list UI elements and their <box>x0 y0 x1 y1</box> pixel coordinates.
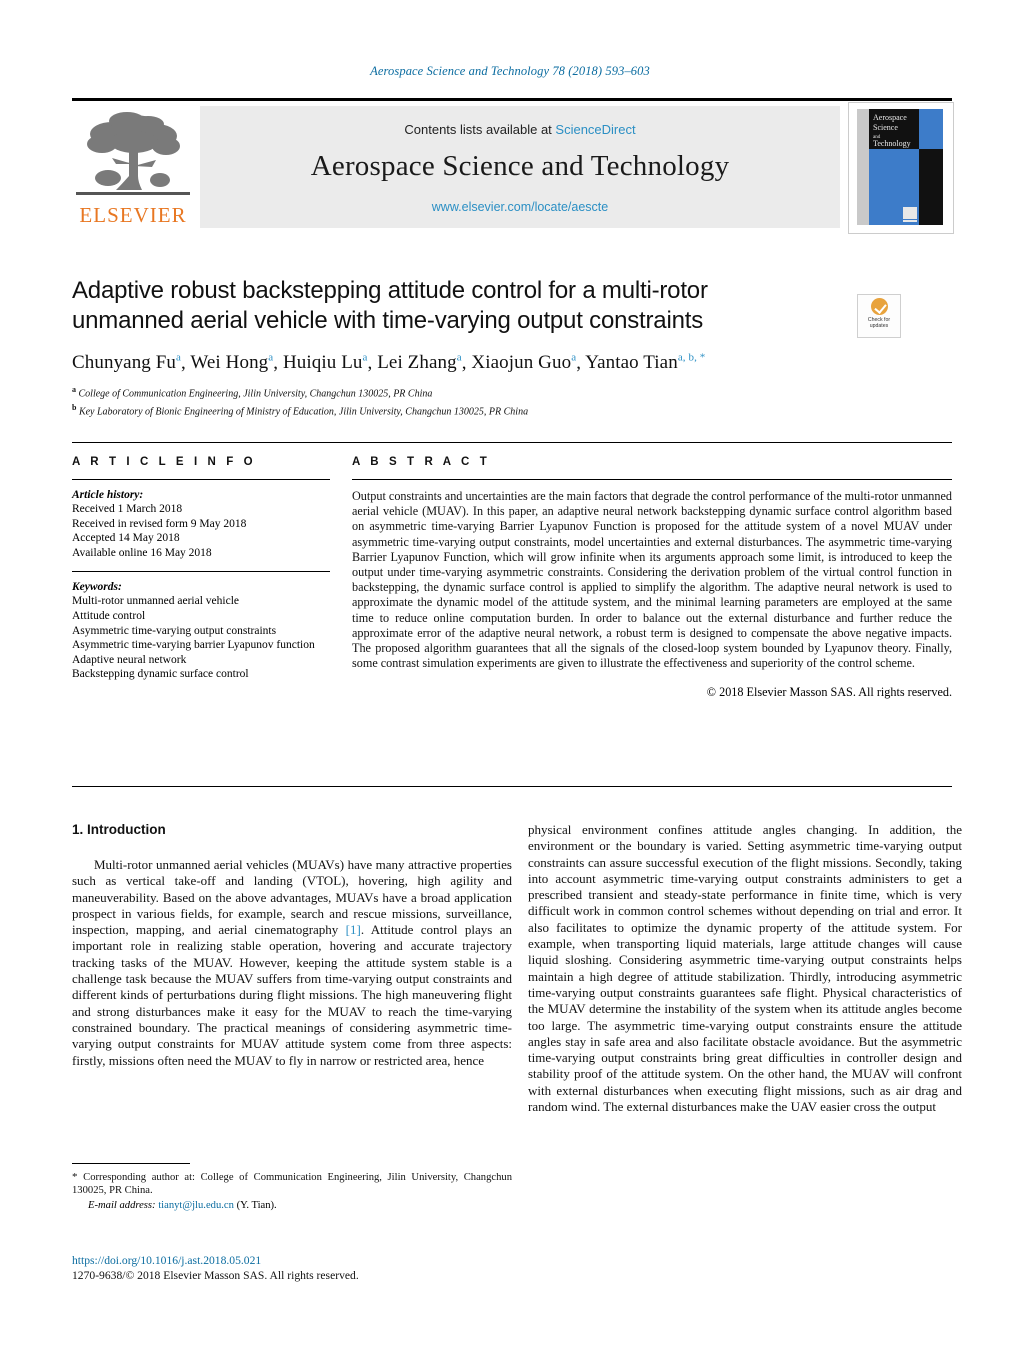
author-name: Xiaojun Guo <box>471 352 572 374</box>
doi-link[interactable]: https://doi.org/10.1016/j.ast.2018.05.02… <box>72 1253 532 1268</box>
author-name: Yantao Tian <box>585 352 678 374</box>
journal-url-link[interactable]: www.elsevier.com/locate/aescte <box>200 200 840 214</box>
checkmark-icon <box>870 298 888 315</box>
keywords-rule <box>72 571 330 573</box>
footnote-rule <box>72 1163 190 1164</box>
article-info-column: A R T I C L E I N F O Article history: R… <box>72 456 330 682</box>
masthead-top-rule <box>72 98 952 101</box>
info-section-top-rule <box>72 442 952 443</box>
keyword-item: Adaptive neural network <box>72 653 187 666</box>
author-3[interactable]: Lei Zhanga <box>377 352 462 373</box>
journal-cover-thumbnail[interactable]: Aerospace Science and Technology <box>848 102 954 234</box>
corresponding-author-note: * Corresponding author at: College of Co… <box>72 1171 512 1197</box>
email-owner: (Y. Tian). <box>236 1200 277 1212</box>
corresponding-author-mark: * <box>72 1171 78 1183</box>
elsevier-wordmark: ELSEVIER <box>79 203 187 227</box>
author-name: Chunyang Fu <box>72 352 177 374</box>
author-0[interactable]: Chunyang Fua <box>72 352 181 373</box>
svg-text:Aerospace: Aerospace <box>873 113 907 122</box>
author-4[interactable]: Xiaojun Guoa <box>471 352 576 373</box>
keyword-item: Asymmetric time-varying barrier Lyapunov… <box>72 639 315 652</box>
elsevier-tree-icon <box>76 112 190 195</box>
running-head: Aerospace Science and Technology 78 (201… <box>370 64 650 78</box>
contents-prefix: Contents lists available at <box>404 122 556 137</box>
keyword-item: Asymmetric time-varying output constrain… <box>72 624 277 637</box>
footnote-block: * Corresponding author at: College of Co… <box>72 1163 512 1211</box>
journal-band: Contents lists available at ScienceDirec… <box>200 106 840 228</box>
crossmark-label: Check for updates <box>858 317 900 329</box>
title-block: Adaptive robust backstepping attitude co… <box>72 276 901 419</box>
affiliation-mark: b <box>72 403 77 413</box>
keyword-item: Backstepping dynamic surface control <box>72 668 249 681</box>
body-section-rule <box>72 786 952 787</box>
history-online: Available online 16 May 2018 <box>72 546 212 559</box>
email-link[interactable]: tianyt@jlu.edu.cn <box>158 1200 234 1211</box>
sciencedirect-link[interactable]: ScienceDirect <box>555 122 635 137</box>
author-affil-mark: a <box>362 352 368 364</box>
affiliation-text: Key Laboratory of Bionic Engineering of … <box>78 406 529 418</box>
cover-art: Aerospace Science and Technology <box>849 103 951 231</box>
abstract-column: A B S T R A C T Output constraints and u… <box>352 456 952 700</box>
abstract-text: Output constraints and uncertainties are… <box>352 489 952 671</box>
keyword-item: Multi-rotor unmanned aerial vehicle <box>72 595 240 608</box>
svg-text:Science: Science <box>873 123 898 132</box>
contents-available-line: Contents lists available at ScienceDirec… <box>200 106 840 137</box>
journal-masthead: ELSEVIER Contents lists available at Sci… <box>72 98 954 234</box>
affiliation-a: a College of Communication Engineering, … <box>72 383 862 401</box>
affiliation-b: b Key Laboratory of Bionic Engineering o… <box>72 401 862 419</box>
email-label: E-mail address: <box>88 1200 156 1212</box>
author-affil-mark: a <box>268 352 274 364</box>
issn-copyright-line: 1270-9638/© 2018 Elsevier Masson SAS. Al… <box>72 1269 359 1282</box>
journal-title: Aerospace Science and Technology <box>310 150 730 182</box>
author-name: Lei Zhang <box>377 352 457 374</box>
abstract-copyright: © 2018 Elsevier Masson SAS. All rights r… <box>706 685 952 700</box>
author-name: Wei Hong <box>190 352 269 374</box>
body-column-right: physical environment confines attitude a… <box>528 822 962 1115</box>
corresponding-author-text: Corresponding author at: College of Comm… <box>72 1172 512 1197</box>
article-info-heading: A R T I C L E I N F O <box>72 456 257 468</box>
svg-text:Technology: Technology <box>873 139 911 148</box>
keywords-label: Keywords: <box>72 581 122 594</box>
abstract-rule <box>352 479 952 480</box>
author-list: Chunyang Fua, Wei Honga, Huiqiu Lua, Lei… <box>72 352 706 374</box>
author-affil-mark: a <box>456 352 462 364</box>
author-affil-mark: a <box>571 352 577 364</box>
citation-ref-1[interactable]: [1] <box>346 922 361 937</box>
author-5[interactable]: Yantao Tiana, b, * <box>585 352 705 373</box>
section-heading-introduction: 1. Introduction <box>72 822 166 837</box>
affiliation-mark: a <box>72 385 76 395</box>
crossmark-badge[interactable]: Check for updates <box>857 294 901 338</box>
author-1[interactable]: Wei Honga <box>190 352 273 373</box>
email-note: E-mail address: tianyt@jlu.edu.cn (Y. Ti… <box>72 1200 512 1211</box>
history-revised: Received in revised form 9 May 2018 <box>72 517 247 530</box>
doi-block: https://doi.org/10.1016/j.ast.2018.05.02… <box>72 1253 532 1283</box>
intro-paragraph-left: Multi-rotor unmanned aerial vehicles (MU… <box>72 857 512 1069</box>
page-title: Adaptive robust backstepping attitude co… <box>72 277 708 334</box>
history-received: Received 1 March 2018 <box>72 503 183 515</box>
intro-text-b: . Attitude control plays an important ro… <box>72 922 513 1068</box>
history-accepted: Accepted 14 May 2018 <box>72 532 180 545</box>
author-2[interactable]: Huiqiu Lua <box>283 352 368 373</box>
body-column-left: 1. Introduction Multi-rotor unmanned aer… <box>72 822 512 1069</box>
abstract-heading: A B S T R A C T <box>352 456 491 468</box>
affiliation-list: a College of Communication Engineering, … <box>72 383 862 419</box>
intro-paragraph-right: physical environment confines attitude a… <box>528 822 962 1115</box>
author-affil-mark: a, b, * <box>677 352 706 364</box>
elsevier-logo: ELSEVIER <box>72 106 194 230</box>
author-name: Huiqiu Lu <box>282 352 363 374</box>
keyword-item: Attitude control <box>72 609 146 622</box>
author-affil-mark: a <box>176 352 182 364</box>
article-history-label: Article history: <box>72 489 144 501</box>
affiliation-text: College of Communication Engineering, Ji… <box>78 388 433 400</box>
article-info-rule <box>72 479 330 480</box>
crossmark-line2: updates <box>869 323 889 330</box>
journal-article-page: Aerospace Science and Technology 78 (201… <box>0 0 1020 1351</box>
